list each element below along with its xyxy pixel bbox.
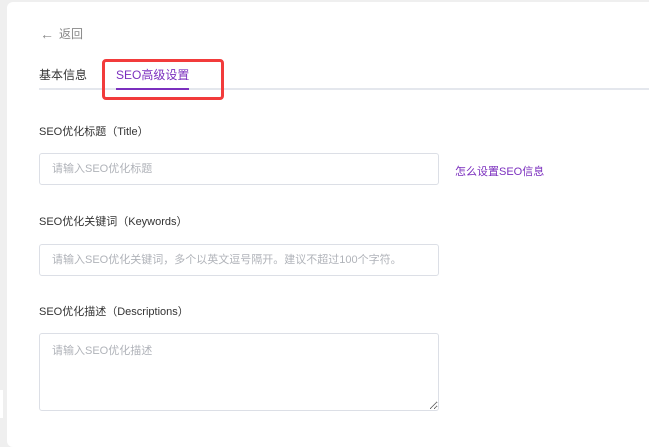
back-label: 返回 — [59, 27, 84, 41]
arrow-left-icon: ← — [40, 25, 54, 42]
tab-basic-info[interactable]: 基本信息 — [39, 66, 87, 83]
seo-keywords-input[interactable] — [39, 244, 439, 276]
seo-keywords-label: SEO优化关键词（Keywords） — [39, 216, 188, 228]
seo-help-link[interactable]: 怎么设置SEO信息 — [455, 163, 544, 179]
seo-title-input[interactable] — [39, 153, 439, 185]
seo-title-label: SEO优化标题（Title） — [39, 126, 149, 138]
back-link[interactable]: ← 返回 — [40, 25, 83, 42]
side-edge — [0, 390, 3, 418]
seo-descriptions-textarea[interactable] — [39, 333, 439, 411]
highlight-box — [102, 59, 224, 100]
seo-descriptions-label: SEO优化描述（Descriptions） — [39, 306, 189, 318]
